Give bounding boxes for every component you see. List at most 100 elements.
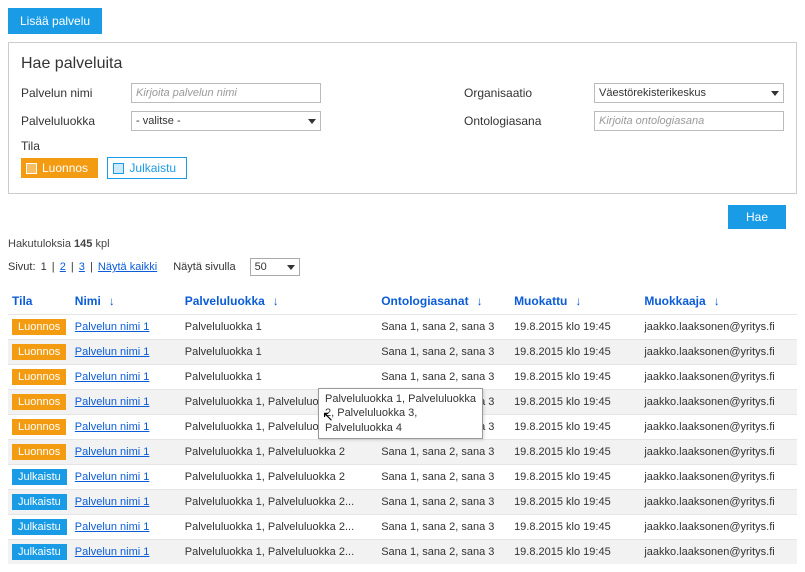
cell-muokkaaja: jaakko.laaksonen@yritys.fi xyxy=(640,315,797,340)
pager-page-current: 1 xyxy=(41,261,47,273)
status-badge: Julkaistu xyxy=(12,469,67,485)
table-row: Julkaistu Palvelun nimi 1 Palveluluokka 1,… xyxy=(8,465,797,490)
filter-draft-toggle[interactable]: Luonnos xyxy=(21,158,98,178)
sort-down-icon: ↓ xyxy=(273,294,279,308)
cell-muokkaaja: jaakko.laaksonen@yritys.fi xyxy=(640,390,797,415)
cell-muokattu: 19.8.2015 klo 19:45 xyxy=(510,540,640,565)
column-header-nimi[interactable]: Nimi↓ xyxy=(71,288,181,315)
status-badge: Julkaistu xyxy=(12,519,67,535)
table-row: Julkaistu Palvelun nimi 1 Palveluluokka 1,… xyxy=(8,515,797,540)
cell-ontologiasanat: Sana 1, sana 2, sana 3 xyxy=(377,315,510,340)
cell-muokattu: 19.8.2015 klo 19:45 xyxy=(510,340,640,365)
status-badge: Luonnos xyxy=(12,369,66,385)
service-name-link[interactable]: Palvelun nimi 1 xyxy=(75,521,150,533)
status-badge: Luonnos xyxy=(12,344,66,360)
cell-muokattu: 19.8.2015 klo 19:45 xyxy=(510,490,640,515)
cell-muokkaaja: jaakko.laaksonen@yritys.fi xyxy=(640,440,797,465)
service-name-link[interactable]: Palvelun nimi 1 xyxy=(75,371,150,383)
service-name-link[interactable]: Palvelun nimi 1 xyxy=(75,346,150,358)
cell-ontologiasanat: Sana 1, sana 2, sana 3 xyxy=(377,490,510,515)
pager: Sivut: 1 | 2 | 3 | Näytä kaikki xyxy=(8,261,159,273)
cell-ontologiasanat: Sana 1, sana 2, sana 3 xyxy=(377,365,510,390)
service-name-input[interactable] xyxy=(131,83,321,103)
service-name-link[interactable]: Palvelun nimi 1 xyxy=(75,471,150,483)
cell-palveluluokka: Palveluluokka 1, Palveluluokka 2 xyxy=(181,440,377,465)
column-header-muokattu[interactable]: Muokattu↓ xyxy=(510,288,640,315)
filter-published-label: Julkaistu xyxy=(129,161,176,175)
cell-palveluluokka: Palveluluokka 1, Palveluluokka 2 xyxy=(181,465,377,490)
status-badge: Julkaistu xyxy=(12,544,67,560)
cell-palveluluokka: Palveluluokka 1 xyxy=(181,315,377,340)
results-table: Tila Nimi↓ Palveluluokka↓ Ontologiasanat… xyxy=(8,288,797,564)
cell-muokattu: 19.8.2015 klo 19:45 xyxy=(510,465,640,490)
status-badge: Julkaistu xyxy=(12,494,67,510)
cell-muokkaaja: jaakko.laaksonen@yritys.fi xyxy=(640,515,797,540)
cell-palveluluokka: Palveluluokka 1, Palveluluokka 2 xyxy=(181,415,377,440)
cell-ontologiasanat: Sana 1, sana 2, sana 3 xyxy=(377,540,510,565)
cell-muokattu: 19.8.2015 klo 19:45 xyxy=(510,315,640,340)
checkbox-icon xyxy=(113,163,124,174)
service-name-link[interactable]: Palvelun nimi 1 xyxy=(75,396,150,408)
column-header-tila[interactable]: Tila xyxy=(8,288,71,315)
per-page-select[interactable]: 50 xyxy=(250,258,300,276)
sort-down-icon: ↓ xyxy=(575,294,581,308)
cell-muokkaaja: jaakko.laaksonen@yritys.fi xyxy=(640,365,797,390)
table-row: Luonnos Palvelun nimi 1 Palveluluokka 1San… xyxy=(8,365,797,390)
column-header-palveluluokka[interactable]: Palveluluokka↓ xyxy=(181,288,377,315)
filter-published-toggle[interactable]: Julkaistu xyxy=(107,157,187,179)
service-class-select[interactable]: - valitse - xyxy=(131,111,321,131)
sort-down-icon: ↓ xyxy=(714,294,720,308)
service-name-link[interactable]: Palvelun nimi 1 xyxy=(75,321,150,333)
service-name-label: Palvelun nimi xyxy=(21,86,131,100)
status-badge: Luonnos xyxy=(12,419,66,435)
cell-muokkaaja: jaakko.laaksonen@yritys.fi xyxy=(640,540,797,565)
results-count: Hakutuloksia 145 kpl xyxy=(8,238,797,250)
cell-palveluluokka: Palveluluokka 1 xyxy=(181,340,377,365)
table-row: Luonnos Palvelun nimi 1 Palveluluokka 1, P… xyxy=(8,415,797,440)
service-name-link[interactable]: Palvelun nimi 1 xyxy=(75,546,150,558)
table-row: Julkaistu Palvelun nimi 1 Palveluluokka 1,… xyxy=(8,540,797,565)
table-row: LuonnosPalvelun nimi 1Palveluluokka 1San… xyxy=(8,340,797,365)
cell-ontologiasanat: Sana 1, sana 2, sana 3 xyxy=(377,440,510,465)
search-title: Hae palveluita xyxy=(21,55,784,73)
table-row: Julkaistu Palvelun nimi 1 Palveluluokka 1,… xyxy=(8,490,797,515)
table-row: Luonnos Palvelun nimi 1 Palveluluokka 1San… xyxy=(8,315,797,340)
pager-page-link[interactable]: 2 xyxy=(60,261,66,273)
filter-draft-label: Luonnos xyxy=(42,161,88,175)
table-row: Luonnos Palvelun nimi 1 Palveluluokka 1, P… xyxy=(8,390,797,415)
ontology-label: Ontologiasana xyxy=(464,114,594,128)
organisation-value: Väestörekisterikeskus xyxy=(599,87,706,99)
ontology-input[interactable] xyxy=(594,111,784,131)
status-badge: Luonnos xyxy=(12,319,66,335)
column-header-ontologiasanat[interactable]: Ontologiasanat↓ xyxy=(377,288,510,315)
search-panel: Hae palveluita Palvelun nimi Organisaati… xyxy=(8,42,797,194)
service-name-link[interactable]: Palvelun nimi 1 xyxy=(75,421,150,433)
status-badge: Luonnos xyxy=(12,394,66,410)
chevron-down-icon xyxy=(308,119,316,124)
table-row: Luonnos Palvelun nimi 1 Palveluluokka 1, P… xyxy=(8,440,797,465)
sort-down-icon: ↓ xyxy=(477,294,483,308)
cell-ontologiasanat: Sana 1, sana 2, sana 3 xyxy=(377,415,510,440)
column-header-muokkaaja[interactable]: Muokkaaja↓ xyxy=(640,288,797,315)
show-all-link[interactable]: Näytä kaikki xyxy=(98,261,157,273)
search-button[interactable]: Hae xyxy=(728,205,786,229)
cell-palveluluokka: Palveluluokka 1, Palveluluokka 2... xyxy=(181,515,377,540)
cell-palveluluokka: Palveluluokka 1 xyxy=(181,365,377,390)
cell-ontologiasanat: Sana 1, sana 2, sana 3 xyxy=(377,465,510,490)
organisation-select[interactable]: Väestörekisterikeskus xyxy=(594,83,784,103)
cell-muokattu: 19.8.2015 klo 19:45 xyxy=(510,440,640,465)
service-name-link[interactable]: Palvelun nimi 1 xyxy=(75,496,150,508)
cell-ontologiasanat: Sana 1, sana 2, sana 3 xyxy=(377,515,510,540)
cell-palveluluokka: Palveluluokka 1, Palveluluokka 2... xyxy=(181,490,377,515)
cell-palveluluokka: Palveluluokka 1, Palveluluokka 2... xyxy=(181,540,377,565)
sort-down-icon: ↓ xyxy=(109,294,115,308)
pager-page-link[interactable]: 3 xyxy=(79,261,85,273)
per-page-label: Näytä sivulla xyxy=(173,261,235,273)
cell-palveluluokka: Palveluluokka 1, Palveluluokka 2 xyxy=(181,390,377,415)
cell-muokattu: 19.8.2015 klo 19:45 xyxy=(510,415,640,440)
status-badge: Luonnos xyxy=(12,444,66,460)
add-service-button[interactable]: Lisää palvelu xyxy=(8,8,102,34)
service-name-link[interactable]: Palvelun nimi 1 xyxy=(75,446,150,458)
service-class-label: Palveluluokka xyxy=(21,114,131,128)
checkbox-icon xyxy=(26,163,37,174)
